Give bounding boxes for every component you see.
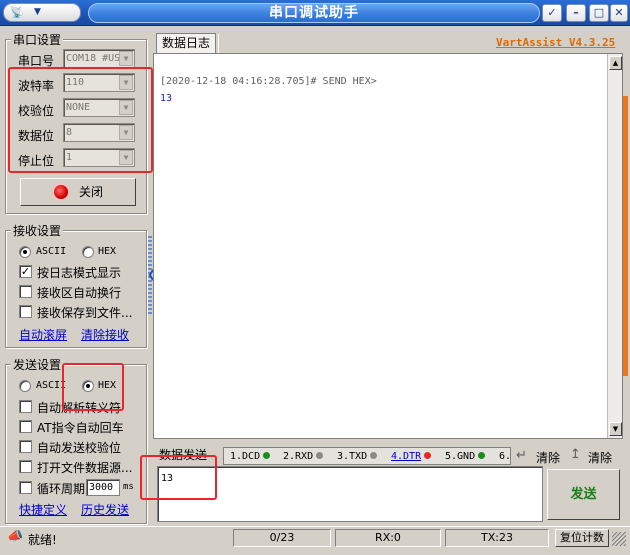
minimize-button[interactable]: – <box>566 4 586 22</box>
clear-send-button[interactable]: 清除 <box>536 449 560 466</box>
open-file-label: 打开文件数据源... <box>37 461 133 475</box>
reset-count-button[interactable]: 复位计数 <box>555 529 609 547</box>
status-progress: 0/23 <box>233 529 331 547</box>
clear-up-arrow-icon: ↥ <box>570 447 581 462</box>
txd-led-icon <box>370 452 378 459</box>
checksum-checkbox[interactable] <box>19 440 32 453</box>
system-menu-button[interactable]: 📡 ▼ <box>3 3 81 22</box>
brand-link[interactable]: VartAssist V4.3.25 <box>496 36 615 49</box>
receive-ascii-radio[interactable] <box>19 246 31 258</box>
port-select[interactable]: COM18 #US ▼ <box>63 49 135 68</box>
auto-wrap-checkbox[interactable] <box>19 285 32 298</box>
receive-hex-radio[interactable] <box>82 246 94 258</box>
record-indicator-icon <box>54 185 68 199</box>
clear-send-arrow-icon: ↵ <box>516 448 527 463</box>
close-port-button[interactable]: 关闭 <box>20 178 136 206</box>
close-window-button[interactable]: ✕ <box>610 4 628 22</box>
receive-hex-label: HEX <box>98 246 117 257</box>
scroll-up-icon[interactable]: ▲ <box>609 56 622 70</box>
annotation-box-hex <box>62 363 124 411</box>
history-link[interactable]: 历史发送 <box>81 501 129 518</box>
status-tx: TX:23 <box>445 529 549 547</box>
tab-log[interactable]: 数据日志 <box>156 33 219 54</box>
save-to-file-label: 接收保存到文件... <box>37 306 133 320</box>
signal-6: 6. <box>499 451 512 462</box>
send-settings-title: 发送设置 <box>11 356 64 373</box>
rxd-led-icon <box>316 452 324 459</box>
cycle-label: 循环周期 <box>37 482 86 496</box>
signal-gnd: 5.GND <box>445 451 486 462</box>
log-scrollbar[interactable]: ▲ ▼ <box>607 54 622 438</box>
clear-all-button[interactable]: 清除 <box>588 449 612 466</box>
clear-receive-link[interactable]: 清除接收 <box>81 326 129 343</box>
status-ready: 就绪! <box>28 533 57 547</box>
signal-rxd: 2.RXD <box>283 451 324 462</box>
annotation-box-serial-params <box>8 67 153 173</box>
side-accent-bar <box>623 96 628 376</box>
log-line-data: 13 <box>160 93 173 104</box>
parse-escape-checkbox[interactable] <box>19 400 32 413</box>
dtr-led-icon <box>424 452 432 459</box>
auto-wrap-label: 接收区自动换行 <box>37 286 122 300</box>
signal-dtr[interactable]: 4.DTR <box>391 451 432 462</box>
chevron-down-icon: ▼ <box>34 7 41 17</box>
dcd-led-icon <box>263 452 271 459</box>
serial-settings-title: 串口设置 <box>11 31 64 48</box>
open-file-checkbox[interactable] <box>19 460 32 473</box>
minimize-icon: – <box>573 6 579 19</box>
scroll-down-icon[interactable]: ▼ <box>609 422 622 436</box>
log-mode-checkbox[interactable]: ✓ <box>19 265 32 278</box>
pin-button[interactable]: ✓ <box>542 4 562 22</box>
send-button[interactable]: 发送 <box>547 469 620 520</box>
receive-settings-title: 接收设置 <box>11 222 64 239</box>
satellite-icon: 📡 <box>10 6 24 19</box>
auto-scroll-link[interactable]: 自动滚屏 <box>19 326 67 343</box>
close-icon: ✕ <box>614 6 624 19</box>
maximize-icon: □ <box>593 6 605 19</box>
cycle-checkbox[interactable] <box>19 481 32 494</box>
cycle-period-input[interactable]: 3000 <box>86 479 120 496</box>
at-enter-label: AT指令自动回车 <box>37 421 124 435</box>
port-value: COM18 #US <box>66 53 121 64</box>
annotation-box-send-data <box>140 455 217 500</box>
receive-ascii-label: ASCII <box>36 246 67 257</box>
resize-grip-icon[interactable] <box>612 532 626 546</box>
shortcut-link[interactable]: 快捷定义 <box>19 501 67 518</box>
log-line-header: [2020-12-18 04:16:28.705]# SEND HEX> <box>160 76 377 87</box>
pin-icon: ✓ <box>547 6 557 19</box>
at-enter-checkbox[interactable] <box>19 420 32 433</box>
log-mode-label: 按日志模式显示 <box>37 266 122 280</box>
maximize-button[interactable]: □ <box>589 4 609 22</box>
cycle-unit-label: ms <box>123 482 134 492</box>
status-rx: RX:0 <box>335 529 441 547</box>
window-title: 串口调试助手 <box>269 5 359 21</box>
log-area[interactable] <box>153 53 623 439</box>
save-to-file-checkbox[interactable] <box>19 305 32 318</box>
gnd-led-icon <box>478 452 486 459</box>
signal-txd: 3.TXD <box>337 451 378 462</box>
broadcast-icon: 📣 <box>7 529 24 544</box>
chevron-down-icon: ▼ <box>119 51 133 66</box>
send-ascii-radio[interactable] <box>19 380 31 392</box>
close-port-label: 关闭 <box>78 185 103 199</box>
signal-dcd: 1.DCD <box>230 451 271 462</box>
checksum-label: 自动发送校验位 <box>37 441 122 455</box>
